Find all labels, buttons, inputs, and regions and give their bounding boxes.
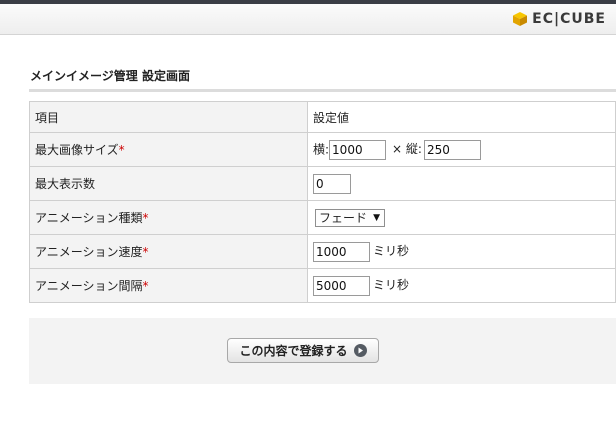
submit-button[interactable]: この内容で登録する	[227, 338, 379, 363]
arrow-right-circle-icon	[353, 344, 367, 357]
max-display-input[interactable]	[313, 173, 351, 194]
image-height-input[interactable]	[423, 139, 481, 160]
animation-interval-input[interactable]	[313, 275, 370, 296]
dropdown-arrow-icon: ▼	[373, 212, 380, 223]
image-width-input[interactable]	[329, 139, 387, 160]
page-title: メインイメージ管理 設定画面	[30, 69, 190, 83]
row-label-text: アニメーション間隔	[35, 279, 143, 293]
settings-table: 項目 設定値 最大画像サイズ* 横:× 縦: 最大表示数 アニメーション種類* …	[29, 101, 616, 303]
footer-panel: この内容で登録する	[29, 318, 616, 384]
animation-type-selected: フェード	[319, 211, 368, 225]
title-underline	[29, 89, 616, 92]
table-row: アニメーション速度* ミリ秒	[29, 234, 616, 269]
row-label-text: アニメーション速度	[35, 245, 143, 259]
table-header-row: 項目 設定値	[29, 101, 616, 133]
header-bar: EC|CUBE	[0, 4, 616, 35]
table-row: 最大表示数	[29, 166, 616, 201]
width-label: 横:	[313, 142, 330, 156]
ms-unit-label: ミリ秒	[373, 244, 410, 258]
required-mark: *	[142, 211, 149, 225]
animation-speed-input[interactable]	[313, 241, 370, 262]
submit-button-label: この内容で登録する	[239, 344, 348, 358]
row-label-animation-type: アニメーション種類*	[29, 200, 308, 235]
row-label-max-display: 最大表示数	[29, 166, 308, 201]
row-value-animation-type: フェード ▼	[307, 200, 616, 235]
row-label-animation-interval: アニメーション間隔*	[29, 268, 308, 303]
ms-unit-label: ミリ秒	[373, 278, 410, 292]
cube-logo-icon	[513, 12, 528, 26]
row-value-max-image-size: 横: × 縦:	[307, 132, 616, 167]
animation-type-select[interactable]: フェード ▼	[315, 208, 385, 227]
table-row: アニメーション種類* フェード ▼	[29, 200, 616, 235]
row-label-animation-speed: アニメーション速度*	[29, 234, 308, 269]
row-label-text: 最大画像サイズ	[35, 143, 119, 157]
logo-text: EC|CUBE	[532, 11, 606, 27]
required-mark: *	[142, 245, 149, 259]
row-value-animation-speed: ミリ秒	[307, 234, 616, 269]
height-label: × 縦:	[392, 142, 422, 156]
required-mark: *	[142, 279, 149, 293]
row-value-max-display	[307, 166, 616, 201]
row-value-animation-interval: ミリ秒	[307, 268, 616, 303]
table-row: 最大画像サイズ* 横: × 縦:	[29, 132, 616, 167]
column-header-value: 設定値	[307, 101, 616, 133]
row-label-max-image-size: 最大画像サイズ*	[29, 132, 308, 167]
column-header-item: 項目	[29, 101, 308, 133]
table-row: アニメーション間隔* ミリ秒	[29, 268, 616, 303]
row-label-text: アニメーション種類	[35, 211, 143, 225]
required-mark: *	[118, 143, 125, 157]
row-label-text: 最大表示数	[35, 177, 96, 191]
ec-cube-logo: EC|CUBE	[512, 10, 606, 28]
